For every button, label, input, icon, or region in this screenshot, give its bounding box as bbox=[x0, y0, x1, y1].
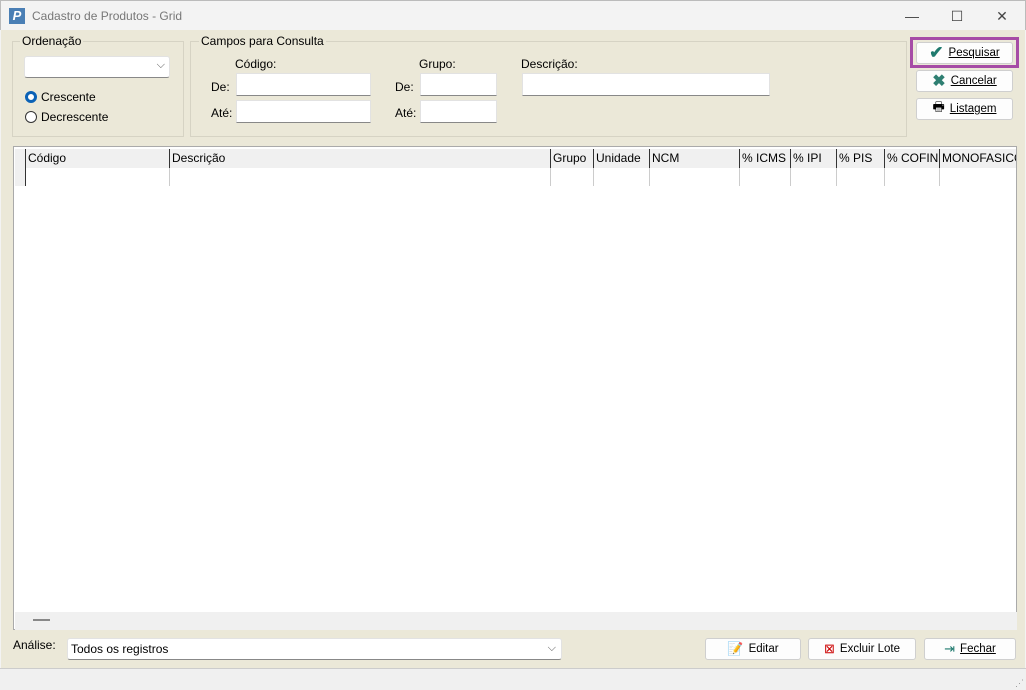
codigo-ate-input[interactable] bbox=[236, 100, 371, 123]
pesquisar-button[interactable]: ✔ Pesquisar bbox=[916, 42, 1013, 64]
grupo-ate-label: Até: bbox=[395, 106, 417, 120]
excluir-lote-label: Excluir Lote bbox=[839, 643, 900, 655]
column-header-monofasico[interactable]: MONOFASICO bbox=[939, 149, 1016, 168]
delete-batch-icon: ⊠ bbox=[824, 641, 835, 656]
column-header-grupo[interactable]: Grupo bbox=[550, 149, 593, 168]
minimize-button[interactable]: — bbox=[897, 6, 927, 26]
grupo-ate-input[interactable] bbox=[420, 100, 497, 123]
row-indicator-column bbox=[15, 149, 25, 186]
grid-row-line bbox=[884, 168, 885, 186]
crescente-radio[interactable] bbox=[25, 91, 37, 103]
descricao-input[interactable] bbox=[522, 73, 770, 96]
editar-label: Editar bbox=[748, 643, 779, 655]
descricao-label: Descrição: bbox=[521, 57, 578, 71]
grid-row-line bbox=[649, 168, 650, 186]
grid-row-line bbox=[836, 168, 837, 186]
listagem-label: Listagem bbox=[949, 103, 997, 115]
decrescente-radio[interactable] bbox=[25, 111, 37, 123]
crescente-label: Crescente bbox=[41, 90, 96, 104]
app-icon: P bbox=[9, 8, 25, 24]
title-bar: P Cadastro de Produtos - Grid — ☐ ✕ bbox=[0, 0, 1026, 30]
ordenacao-legend: Ordenação bbox=[20, 34, 84, 48]
grid-row-line bbox=[739, 168, 740, 186]
column-header-icms[interactable]: % ICMS bbox=[739, 149, 790, 168]
checkmark-icon: ✔ bbox=[929, 43, 944, 62]
excluir-lote-button[interactable]: ⊠ Excluir Lote bbox=[808, 638, 916, 660]
cancelar-button[interactable]: ✖ Cancelar bbox=[916, 70, 1013, 92]
grid-row-line bbox=[550, 168, 551, 186]
window-title: Cadastro de Produtos - Grid bbox=[32, 9, 183, 23]
codigo-de-label: De: bbox=[211, 80, 230, 94]
edit-document-icon: 📝 bbox=[727, 641, 744, 656]
column-header-codigo[interactable]: Código bbox=[25, 149, 169, 168]
analise-label: Análise: bbox=[13, 638, 56, 652]
chevron-down-icon: ⌵ bbox=[156, 59, 165, 71]
grupo-de-label: De: bbox=[395, 80, 414, 94]
codigo-label: Código: bbox=[235, 57, 277, 71]
grupo-label: Grupo: bbox=[419, 57, 456, 71]
column-header-cofins[interactable]: % COFIN bbox=[884, 149, 939, 168]
editar-button[interactable]: 📝 Editar bbox=[705, 638, 801, 660]
status-bar: ⋰ bbox=[0, 668, 1026, 690]
products-grid[interactable]: Código Descrição Grupo Unidade NCM % ICM… bbox=[13, 146, 1017, 630]
close-button[interactable]: ✕ bbox=[987, 6, 1017, 26]
column-header-ncm[interactable]: NCM bbox=[649, 149, 739, 168]
grid-row-line bbox=[25, 168, 26, 186]
fechar-button[interactable]: ⇥ Fechar bbox=[924, 638, 1016, 660]
resize-grip-icon[interactable]: ⋰ bbox=[1015, 678, 1024, 689]
grid-row-line bbox=[593, 168, 594, 186]
column-header-pis[interactable]: % PIS bbox=[836, 149, 884, 168]
grid-row-line bbox=[939, 168, 940, 186]
grupo-de-input[interactable] bbox=[420, 73, 497, 96]
horizontal-scrollbar[interactable] bbox=[15, 612, 1017, 630]
analise-select[interactable]: Todos os registros ⌵ bbox=[67, 638, 562, 660]
chevron-down-icon: ⌵ bbox=[547, 642, 556, 654]
grid-row-line bbox=[790, 168, 791, 186]
codigo-ate-label: Até: bbox=[211, 106, 233, 120]
grid-row-line bbox=[169, 168, 170, 186]
maximize-button[interactable]: ☐ bbox=[942, 6, 972, 26]
cancel-x-icon: ✖ bbox=[932, 73, 946, 90]
scrollbar-thumb[interactable] bbox=[33, 619, 50, 621]
pesquisar-label: Pesquisar bbox=[948, 47, 1000, 59]
column-header-descricao[interactable]: Descrição bbox=[169, 149, 550, 168]
printer-icon: 🖶 bbox=[932, 99, 945, 114]
exit-door-icon: ⇥ bbox=[944, 641, 956, 656]
codigo-de-input[interactable] bbox=[236, 73, 371, 96]
consulta-legend: Campos para Consulta bbox=[199, 34, 326, 48]
column-header-unidade[interactable]: Unidade bbox=[593, 149, 649, 168]
fechar-label: Fechar bbox=[960, 643, 996, 655]
ordenacao-select[interactable]: ⌵ bbox=[24, 56, 170, 78]
cancelar-label: Cancelar bbox=[950, 75, 997, 87]
column-header-ipi[interactable]: % IPI bbox=[790, 149, 836, 168]
analise-value: Todos os registros bbox=[71, 642, 169, 656]
listagem-button[interactable]: 🖶 Listagem bbox=[916, 98, 1013, 120]
decrescente-label: Decrescente bbox=[41, 110, 109, 124]
